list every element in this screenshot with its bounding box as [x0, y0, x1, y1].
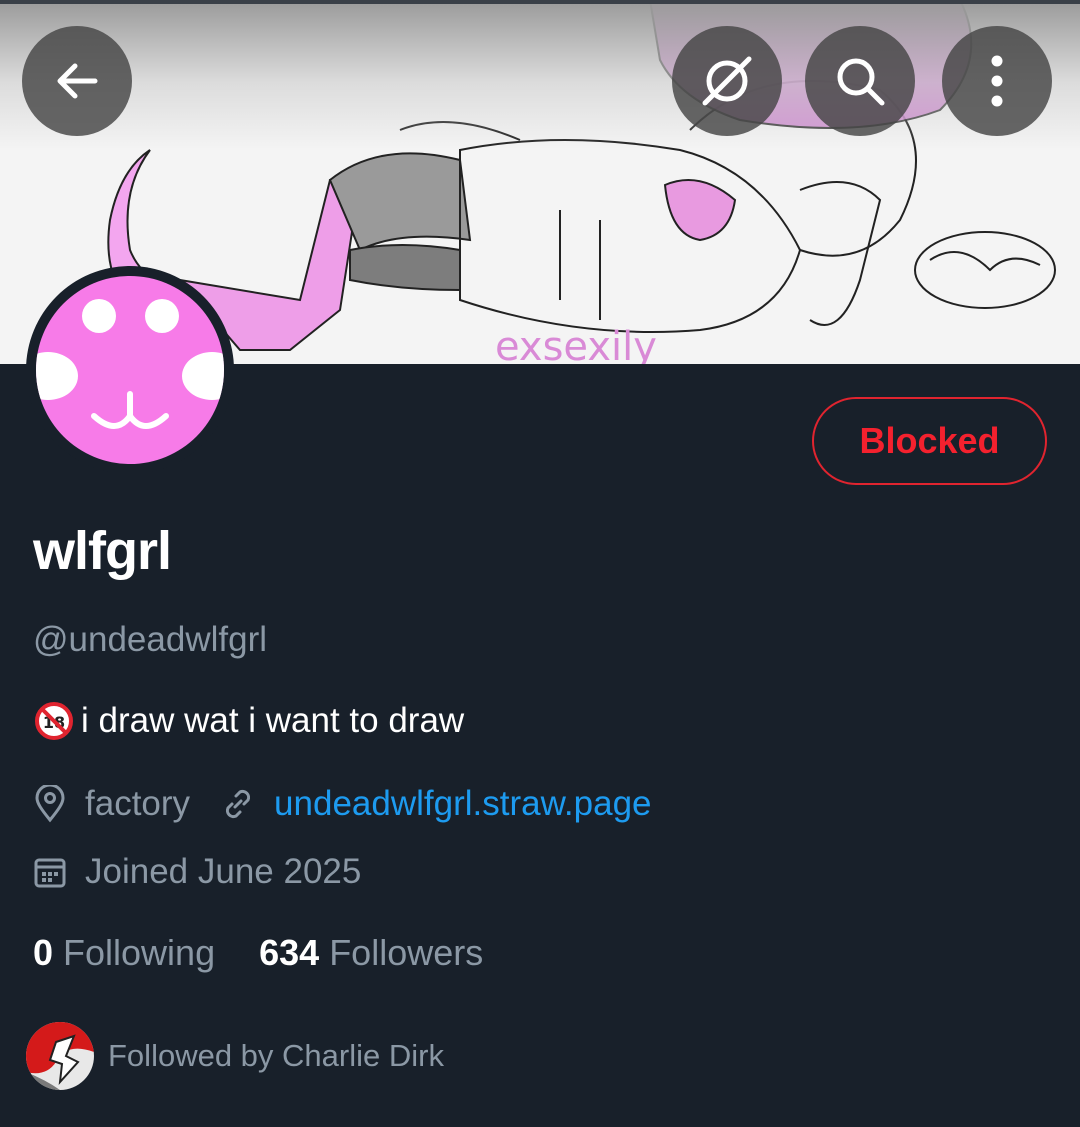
user-handle: @undeadwlfgrl [33, 620, 267, 659]
search-button[interactable] [805, 26, 915, 136]
display-name: wlfgrl [33, 521, 172, 581]
joined-date: Joined June 2025 [85, 852, 362, 891]
banner-shade [0, 0, 1080, 150]
followers-stat[interactable]: 634 Followers [259, 932, 483, 974]
status-bar-edge [0, 0, 1080, 4]
calendar-icon [33, 855, 67, 889]
following-count: 0 [33, 932, 54, 973]
blocked-button[interactable]: Blocked [812, 397, 1047, 485]
profile-avatar[interactable] [26, 266, 234, 474]
more-button[interactable] [942, 26, 1052, 136]
no-under-18-icon: 18 [35, 702, 73, 740]
grok-icon [702, 56, 752, 106]
follow-stats: 0 Following 634 Followers [33, 932, 483, 974]
arrow-left-icon [57, 63, 98, 99]
bio-text: i draw wat i want to draw [81, 701, 465, 740]
profile-bio: 18 i draw wat i want to draw [33, 700, 464, 742]
search-icon [837, 58, 885, 106]
more-vertical-icon [991, 55, 1003, 107]
joined-row: Joined June 2025 [33, 852, 361, 892]
profile-website-link[interactable]: undeadwlfgrl.straw.page [274, 784, 651, 824]
link-icon [220, 786, 256, 822]
profile-meta-row: factory undeadwlfgrl.straw.page [33, 784, 652, 824]
follower-avatar [26, 1022, 94, 1090]
grok-button[interactable] [672, 26, 782, 136]
followed-by-text: Followed by Charlie Dirk [108, 1038, 444, 1073]
banner-signature: exsexily [495, 324, 657, 364]
following-label: Following [63, 932, 216, 973]
profile-location: factory [85, 784, 191, 823]
followers-count: 634 [259, 932, 320, 973]
followed-by-row[interactable]: Followed by Charlie Dirk [26, 1022, 444, 1090]
back-button[interactable] [22, 26, 132, 136]
following-stat[interactable]: 0 Following [33, 932, 215, 974]
location-icon [33, 785, 67, 823]
avatar-image [36, 276, 224, 464]
followers-label: Followers [329, 932, 484, 973]
